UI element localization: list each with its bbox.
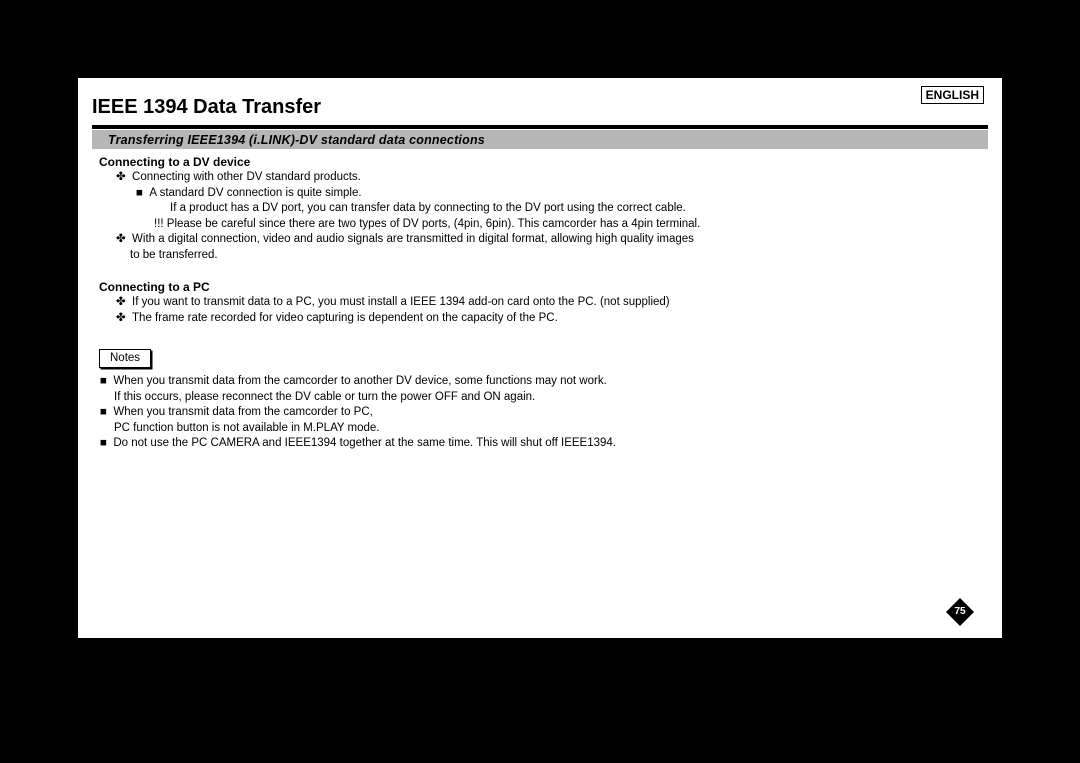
maltese-icon: ✤ (116, 233, 126, 245)
bullet-text: With a digital connection, video and aud… (132, 233, 694, 245)
bullet-warning: !!! Please be careful since there are tw… (92, 217, 988, 233)
square-icon: ■ (100, 406, 107, 418)
bullet-item: ✤ The frame rate recorded for video capt… (92, 311, 988, 327)
note-continuation: PC function button is not available in M… (92, 421, 988, 437)
section-heading-dv: Connecting to a DV device (99, 154, 988, 170)
bullet-text: If you want to transmit data to a PC, yo… (132, 296, 670, 308)
square-icon: ■ (136, 187, 143, 199)
square-icon: ■ (100, 437, 107, 449)
note-text: When you transmit data from the camcorde… (113, 375, 606, 387)
manual-page: ENGLISH IEEE 1394 Data Transfer Transfer… (78, 78, 1002, 638)
language-badge: ENGLISH (921, 86, 984, 104)
section-heading-pc: Connecting to a PC (99, 279, 988, 295)
title-rule (92, 125, 988, 129)
maltese-icon: ✤ (116, 296, 126, 308)
square-icon: ■ (100, 375, 107, 387)
page-number: 75 (946, 598, 974, 626)
bullet-item: ■ A standard DV connection is quite simp… (92, 186, 988, 202)
note-item: ■ When you transmit data from the camcor… (92, 374, 988, 390)
page-title: IEEE 1394 Data Transfer (92, 96, 321, 119)
note-continuation: If this occurs, please reconnect the DV … (92, 390, 988, 406)
note-text: When you transmit data from the camcorde… (113, 406, 373, 418)
bullet-item: ✤ With a digital connection, video and a… (92, 232, 988, 248)
body-content: Connecting to a DV device ✤ Connecting w… (92, 154, 988, 452)
bullet-item: ✤ If you want to transmit data to a PC, … (92, 295, 988, 311)
subtitle-text: Transferring IEEE1394 (i.LINK)-DV standa… (108, 133, 485, 147)
notes-label-box: Notes (99, 349, 151, 369)
page-number-badge: 75 (946, 598, 974, 626)
maltese-icon: ✤ (116, 171, 126, 183)
bullet-item: ✤ Connecting with other DV standard prod… (92, 170, 988, 186)
bullet-text: A standard DV connection is quite simple… (149, 187, 361, 199)
maltese-icon: ✤ (116, 312, 126, 324)
bullet-body: If a product has a DV port, you can tran… (92, 201, 988, 217)
bullet-text: Connecting with other DV standard produc… (132, 171, 361, 183)
note-text: Do not use the PC CAMERA and IEEE1394 to… (113, 437, 616, 449)
bullet-continuation: to be transferred. (92, 248, 988, 264)
note-item: ■ When you transmit data from the camcor… (92, 405, 988, 421)
note-item: ■ Do not use the PC CAMERA and IEEE1394 … (92, 436, 988, 452)
bullet-text: The frame rate recorded for video captur… (132, 312, 558, 324)
